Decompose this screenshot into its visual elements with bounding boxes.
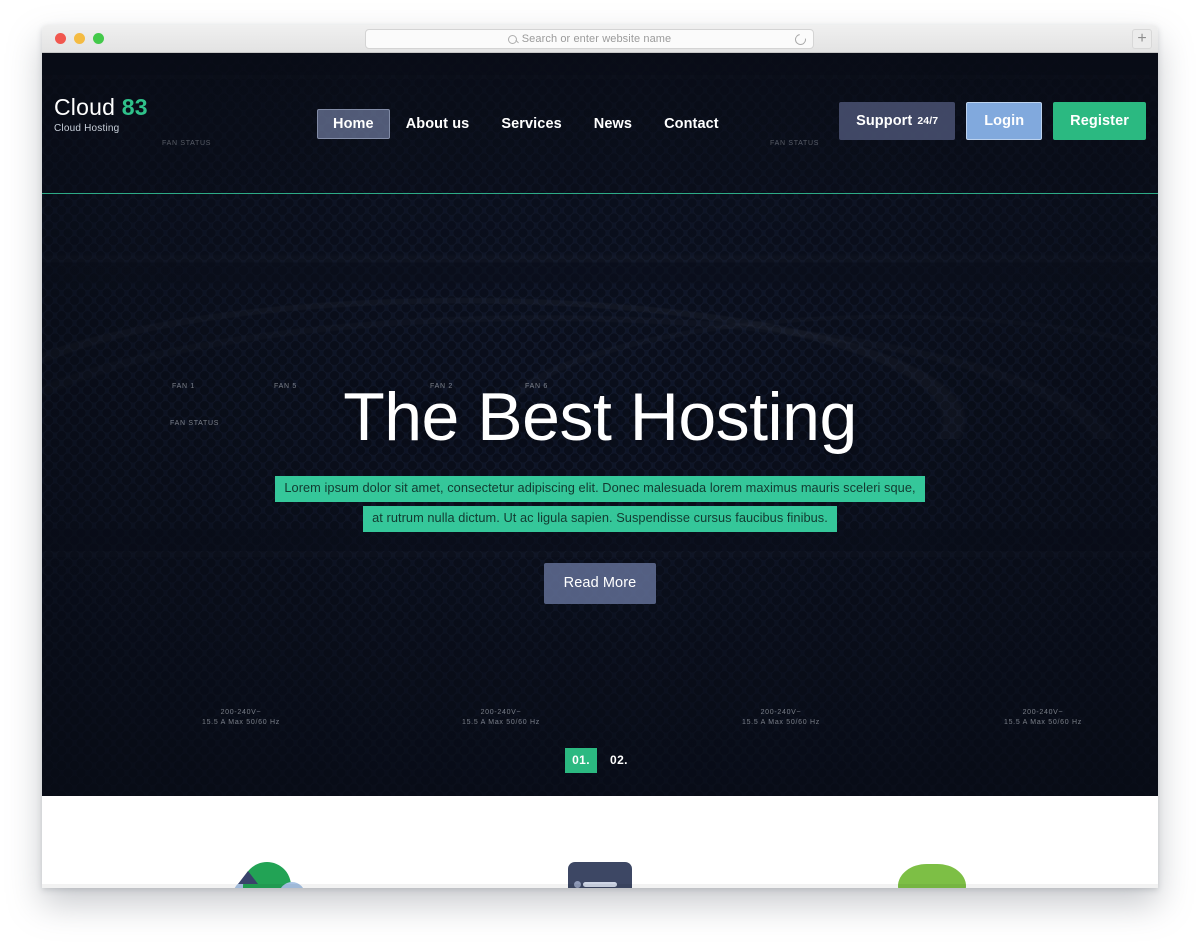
hero-subtitle-line-1: Lorem ipsum dolor sit amet, consectetur … xyxy=(275,476,925,503)
close-window-button[interactable] xyxy=(55,33,66,44)
main-navigation: Home About us Services News Contact xyxy=(317,109,735,139)
brand-accent: 83 xyxy=(121,94,148,120)
features-section xyxy=(42,796,1158,888)
site-header: Cloud 83 Cloud Hosting Home About us Servi… xyxy=(42,53,1158,194)
header-actions: Support 24/7 Login Register xyxy=(839,102,1146,140)
brand-logo[interactable]: Cloud 83 Cloud Hosting xyxy=(54,96,148,135)
brand-name: Cloud xyxy=(54,94,116,120)
nav-item-home[interactable]: Home xyxy=(317,109,390,139)
search-icon xyxy=(507,34,517,44)
brand-title: Cloud 83 xyxy=(54,96,148,119)
address-bar[interactable]: Search or enter website name xyxy=(365,29,814,49)
slider-dot-1[interactable]: 01. xyxy=(565,748,597,773)
nav-item-services[interactable]: Services xyxy=(485,109,577,139)
browser-titlebar: Search or enter website name + xyxy=(42,25,1158,53)
register-button[interactable]: Register xyxy=(1053,102,1146,140)
reload-icon[interactable] xyxy=(792,31,809,48)
login-button[interactable]: Login xyxy=(966,102,1043,140)
support-badge: 24/7 xyxy=(917,115,939,127)
hero-subtitle-line-2: at rutrum nulla dictum. Ut ac ligula sap… xyxy=(363,506,837,532)
nav-item-contact[interactable]: Contact xyxy=(648,109,735,139)
nav-item-about-us[interactable]: About us xyxy=(390,109,486,139)
slider-pagination: 01. 02. xyxy=(42,748,1158,773)
slider-dot-2[interactable]: 02. xyxy=(603,748,635,773)
browser-window: Search or enter website name + FAN STATU… xyxy=(42,25,1158,888)
hero-title: The Best Hosting xyxy=(343,379,857,455)
address-bar-placeholder: Search or enter website name xyxy=(521,33,672,45)
header-divider xyxy=(42,193,1158,194)
hero-subtitle: Lorem ipsum dolor sit amet, consectetur … xyxy=(42,476,1158,532)
nav-item-news[interactable]: News xyxy=(578,109,648,139)
hero-section: FAN STATUSFAN STATUSFAN 1FAN 5FAN 2FAN 6… xyxy=(42,53,1158,796)
window-bottom-edge xyxy=(42,884,1158,888)
support-button[interactable]: Support 24/7 xyxy=(839,102,956,140)
browser-viewport: FAN STATUSFAN STATUSFAN 1FAN 5FAN 2FAN 6… xyxy=(42,53,1158,888)
support-button-label: Support xyxy=(856,113,913,129)
new-tab-button[interactable]: + xyxy=(1132,29,1152,49)
hero-content: The Best Hosting Lorem ipsum dolor sit a… xyxy=(42,379,1158,604)
page-root: Search or enter website name + FAN STATU… xyxy=(0,0,1200,946)
zoom-window-button[interactable] xyxy=(93,33,104,44)
read-more-button[interactable]: Read More xyxy=(544,562,656,604)
minimize-window-button[interactable] xyxy=(74,33,85,44)
brand-tagline: Cloud Hosting xyxy=(54,123,120,134)
traffic-lights xyxy=(55,33,104,44)
